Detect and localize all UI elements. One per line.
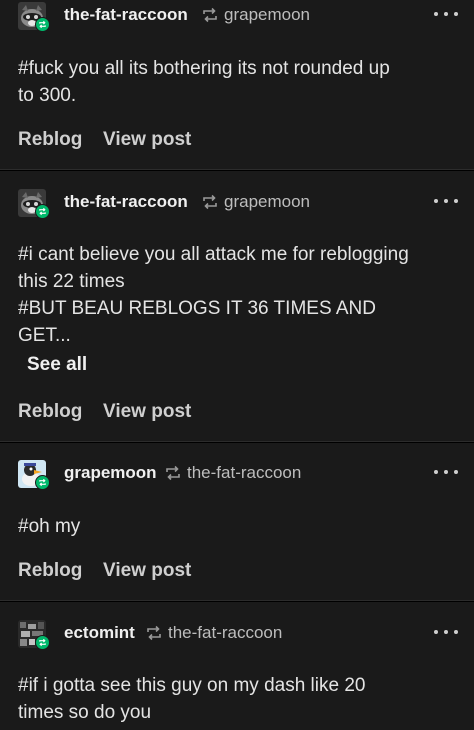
tag-line[interactable]: #oh my bbox=[18, 513, 458, 540]
post-card: grapemoon the-fat-raccoon #oh my Reblog … bbox=[0, 443, 474, 601]
tag-line[interactable]: #BUT BEAU REBLOGS IT 36 TIMES AND bbox=[18, 295, 458, 322]
reblog-icon bbox=[203, 194, 217, 210]
post-author[interactable]: the-fat-raccoon bbox=[64, 5, 188, 25]
post-card: the-fat-raccoon grapemoon #fuck you all … bbox=[0, 0, 474, 170]
raccoon-avatar-icon[interactable] bbox=[18, 2, 50, 32]
post-tags: #i cant believe you all attack me for re… bbox=[18, 241, 458, 349]
reblog-icon bbox=[166, 465, 180, 481]
view-post-button[interactable]: View post bbox=[103, 129, 191, 151]
more-options-icon[interactable] bbox=[434, 624, 458, 640]
duck-avatar-icon[interactable] bbox=[18, 460, 50, 490]
raccoon-avatar-icon[interactable] bbox=[18, 189, 50, 219]
post-source[interactable]: grapemoon bbox=[224, 192, 310, 212]
post-source[interactable]: grapemoon bbox=[224, 5, 310, 25]
post-header: grapemoon the-fat-raccoon bbox=[0, 458, 474, 490]
reblog-icon bbox=[147, 625, 161, 641]
view-post-button[interactable]: View post bbox=[103, 560, 191, 582]
reblog-badge-icon bbox=[35, 204, 50, 219]
post-tags: #fuck you all its bothering its not roun… bbox=[18, 55, 458, 109]
tag-line[interactable]: this 22 times bbox=[18, 268, 458, 295]
reblog-badge-icon bbox=[35, 635, 50, 650]
post-header: the-fat-raccoon grapemoon bbox=[0, 187, 474, 219]
view-post-button[interactable]: View post bbox=[103, 401, 191, 423]
tag-line[interactable]: times so do you bbox=[18, 699, 458, 726]
post-author[interactable]: the-fat-raccoon bbox=[64, 192, 188, 212]
tag-line[interactable]: #if i gotta see this guy on my dash like… bbox=[18, 672, 458, 699]
see-all-button[interactable]: See all bbox=[27, 354, 87, 376]
tag-line[interactable]: #fuck you all its bothering its not roun… bbox=[18, 55, 458, 82]
post-header: ectomint the-fat-raccoon bbox=[0, 618, 474, 650]
post-source[interactable]: the-fat-raccoon bbox=[187, 463, 301, 483]
reblog-button[interactable]: Reblog bbox=[18, 401, 82, 423]
post-author[interactable]: ectomint bbox=[64, 623, 135, 643]
tag-line[interactable]: #i cant believe you all attack me for re… bbox=[18, 241, 458, 268]
reblog-button[interactable]: Reblog bbox=[18, 129, 82, 151]
more-options-icon[interactable] bbox=[434, 6, 458, 22]
post-header: the-fat-raccoon grapemoon bbox=[0, 0, 474, 32]
reblog-badge-icon bbox=[35, 17, 50, 32]
post-source[interactable]: the-fat-raccoon bbox=[168, 623, 282, 643]
post-card: the-fat-raccoon grapemoon #i cant believ… bbox=[0, 171, 474, 442]
reblog-button[interactable]: Reblog bbox=[18, 560, 82, 582]
post-author[interactable]: grapemoon bbox=[64, 463, 157, 483]
tag-line[interactable]: to 300. bbox=[18, 82, 458, 109]
more-options-icon[interactable] bbox=[434, 193, 458, 209]
reblog-badge-icon bbox=[35, 475, 50, 490]
pixel-avatar-icon[interactable] bbox=[18, 620, 50, 650]
post-card: ectomint the-fat-raccoon #if i gotta see… bbox=[0, 602, 474, 730]
post-tags: #if i gotta see this guy on my dash like… bbox=[18, 672, 458, 726]
post-tags: #oh my bbox=[18, 513, 458, 540]
more-options-icon[interactable] bbox=[434, 464, 458, 480]
reblog-icon bbox=[203, 7, 217, 23]
tag-line[interactable]: GET... bbox=[18, 322, 458, 349]
